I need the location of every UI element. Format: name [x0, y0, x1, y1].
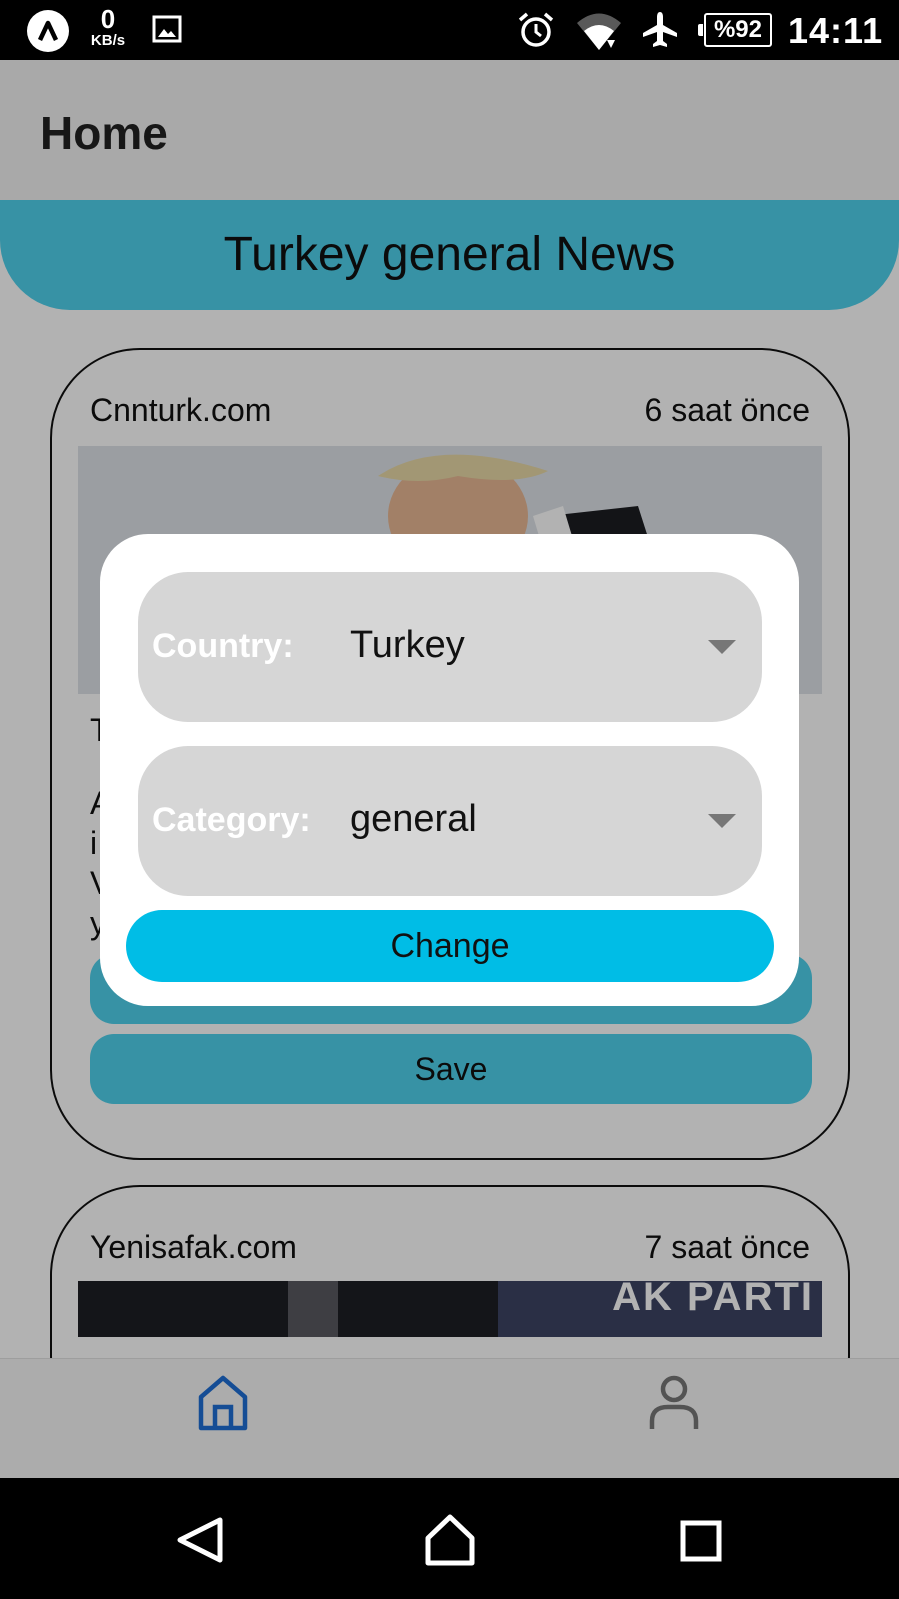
country-picker[interactable]: Country: Turkey	[138, 572, 762, 722]
country-value[interactable]: Turkey	[350, 624, 465, 667]
network-speed-value: 0	[100, 4, 116, 34]
filter-dialog: Country: Turkey Category: general Change	[100, 534, 799, 1006]
battery-indicator: %92	[698, 13, 772, 47]
back-icon[interactable]	[176, 1516, 224, 1564]
change-button[interactable]: Change	[126, 910, 774, 982]
image-icon	[152, 15, 182, 43]
system-home-icon[interactable]	[424, 1514, 476, 1566]
system-navigation	[0, 1478, 899, 1599]
dropdown-arrow-icon[interactable]	[708, 814, 736, 828]
country-label: Country:	[152, 627, 294, 665]
alarm-icon	[518, 12, 554, 47]
category-picker[interactable]: Category: general	[138, 746, 762, 896]
clock: 14:11	[788, 10, 884, 51]
wifi-icon	[577, 13, 621, 50]
category-label: Category:	[152, 801, 311, 839]
category-value[interactable]: general	[350, 798, 477, 841]
network-speed-unit: KB/s	[90, 32, 126, 49]
recent-apps-icon[interactable]	[680, 1520, 722, 1562]
network-speed: 0 KB/s	[84, 6, 132, 48]
status-bar: 0 KB/s %92 14:11	[0, 0, 899, 60]
expo-icon	[27, 10, 69, 52]
dropdown-arrow-icon[interactable]	[708, 640, 736, 654]
airplane-icon	[643, 12, 677, 47]
